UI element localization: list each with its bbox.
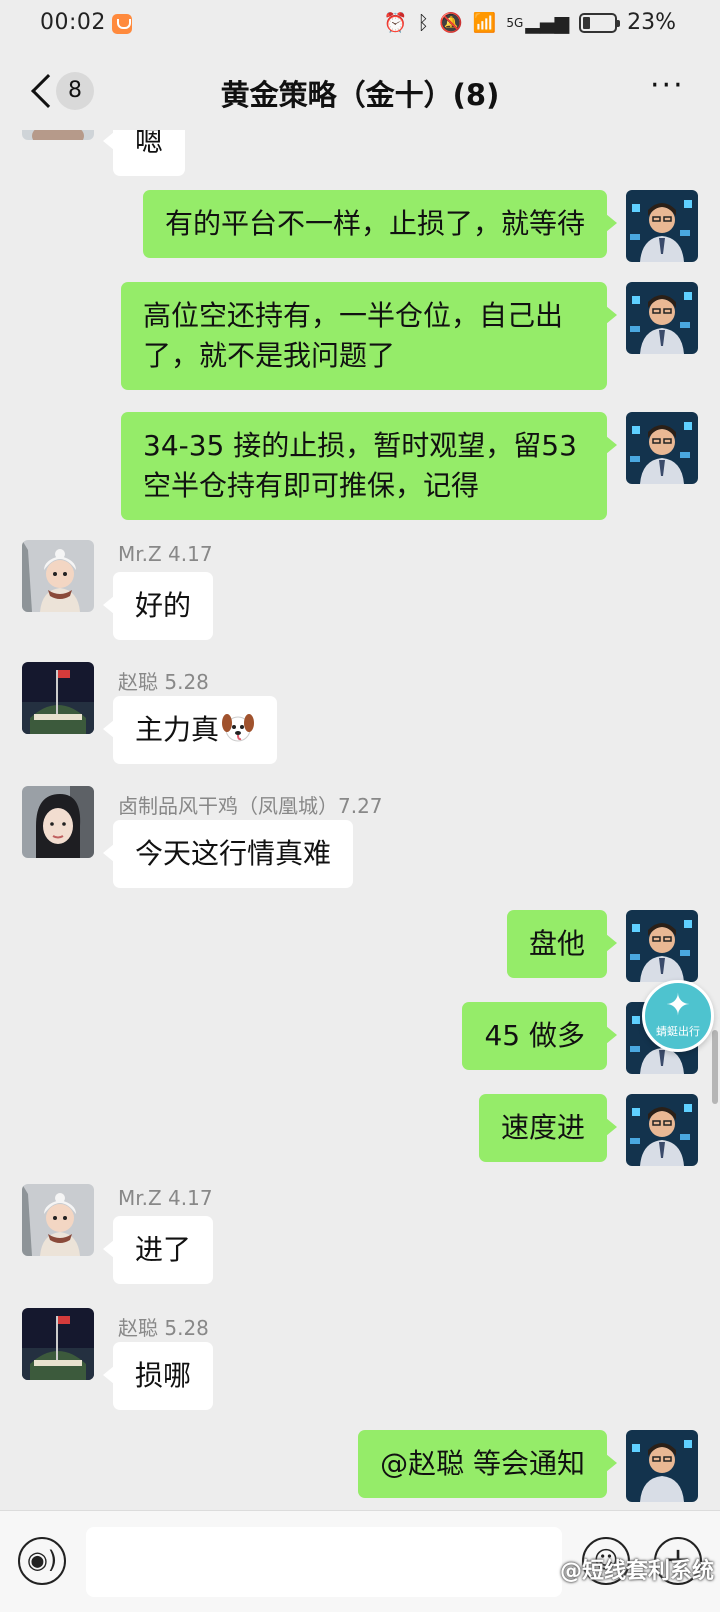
network-type: 5G xyxy=(506,16,524,30)
message-input[interactable] xyxy=(86,1527,562,1597)
voice-icon: ◉) xyxy=(26,1546,58,1574)
status-bar: 00:02 ⏰ ᛒ 🔕 📶 5G ▂▄▆ 23% xyxy=(0,0,720,52)
dragonfly-icon: ✦ xyxy=(665,988,691,1023)
scrollbar-thumb[interactable] xyxy=(712,1030,718,1104)
avatar-mr-z[interactable] xyxy=(22,540,94,612)
status-icons: ⏰ ᛒ 🔕 📶 5G ▂▄▆ 23% xyxy=(384,10,676,36)
sender-name: 赵聪 5.28 xyxy=(118,1316,209,1340)
sender-name: 卤制品风干鸡（凤凰城）7.27 xyxy=(118,794,383,818)
message-bubble[interactable]: @赵聪 等会通知 xyxy=(358,1430,617,1498)
message-bubble[interactable]: 盘他 xyxy=(506,910,618,978)
dog-face-emoji xyxy=(222,714,255,742)
avatar-self[interactable] xyxy=(626,412,698,484)
message-bubble[interactable]: 主力真 xyxy=(102,696,278,764)
message-list[interactable]: 嗯 有的平台不一样，止损了，就等待 高位空还持有，一半仓位，自己出了，就不是我问… xyxy=(0,130,720,1510)
avatar-mr-z[interactable] xyxy=(22,1184,94,1256)
avatar-zhao-cong[interactable] xyxy=(22,1308,94,1380)
message-bubble[interactable]: 速度进 xyxy=(478,1094,618,1162)
avatar-zhao-cong[interactable] xyxy=(22,662,94,734)
voice-button[interactable]: ◉) xyxy=(18,1537,66,1585)
message-text: 主力真 xyxy=(135,713,220,746)
bluetooth-icon: ᛒ xyxy=(417,12,429,34)
message-bubble[interactable]: 进了 xyxy=(102,1216,214,1284)
message-bubble[interactable]: 嗯 xyxy=(102,130,186,176)
avatar-self[interactable] xyxy=(626,282,698,354)
message-bubble[interactable]: 今天这行情真难 xyxy=(102,820,354,888)
mute-icon: 🔕 xyxy=(438,12,463,34)
floating-badge-label: 蜻蜓出行 xyxy=(656,1025,700,1038)
app-notification-icon xyxy=(112,14,132,34)
sender-name: Mr.Z 4.17 xyxy=(118,542,213,566)
battery-icon xyxy=(579,13,621,33)
chat-header: 8 黄金策略（金十）(8) ··· xyxy=(0,52,720,130)
sender-name: Mr.Z 4.17 xyxy=(118,1186,213,1210)
avatar-self[interactable] xyxy=(626,1094,698,1166)
alarm-icon: ⏰ xyxy=(383,12,408,34)
avatar-self[interactable] xyxy=(626,1430,698,1502)
message-bubble[interactable]: 高位空还持有，一半仓位，自己出了，就不是我问题了 xyxy=(121,282,617,390)
sender-name: 赵聪 5.28 xyxy=(118,670,209,694)
message-bubble[interactable]: 损哪 xyxy=(102,1342,214,1410)
message-bubble[interactable]: 好的 xyxy=(102,572,214,640)
status-time: 00:02 xyxy=(40,10,106,35)
floating-app-badge[interactable]: ✦ 蜻蜓出行 xyxy=(642,980,714,1052)
signal-icon: ▂▄▆ xyxy=(525,12,570,34)
more-options-button[interactable]: ··· xyxy=(650,71,690,106)
chat-title: 黄金策略（金十）(8) xyxy=(220,78,500,112)
wifi-icon: 📶 xyxy=(472,12,497,34)
avatar-self[interactable] xyxy=(626,910,698,982)
message-bubble[interactable]: 45 做多 xyxy=(462,1002,617,1070)
message-bubble[interactable]: 34-35 接的止损，暂时观望，留53 空半仓持有即可推保，记得 xyxy=(121,412,617,520)
avatar-user-3[interactable] xyxy=(22,786,94,858)
avatar-self[interactable] xyxy=(626,190,698,262)
input-bar: ◉) ☺ + @短线套利系统 xyxy=(0,1510,720,1612)
message-bubble[interactable]: 有的平台不一样，止损了，就等待 xyxy=(142,190,618,258)
battery-percent: 23% xyxy=(627,10,676,35)
watermark: @短线套利系统 xyxy=(559,1559,714,1584)
avatar[interactable] xyxy=(22,130,94,140)
